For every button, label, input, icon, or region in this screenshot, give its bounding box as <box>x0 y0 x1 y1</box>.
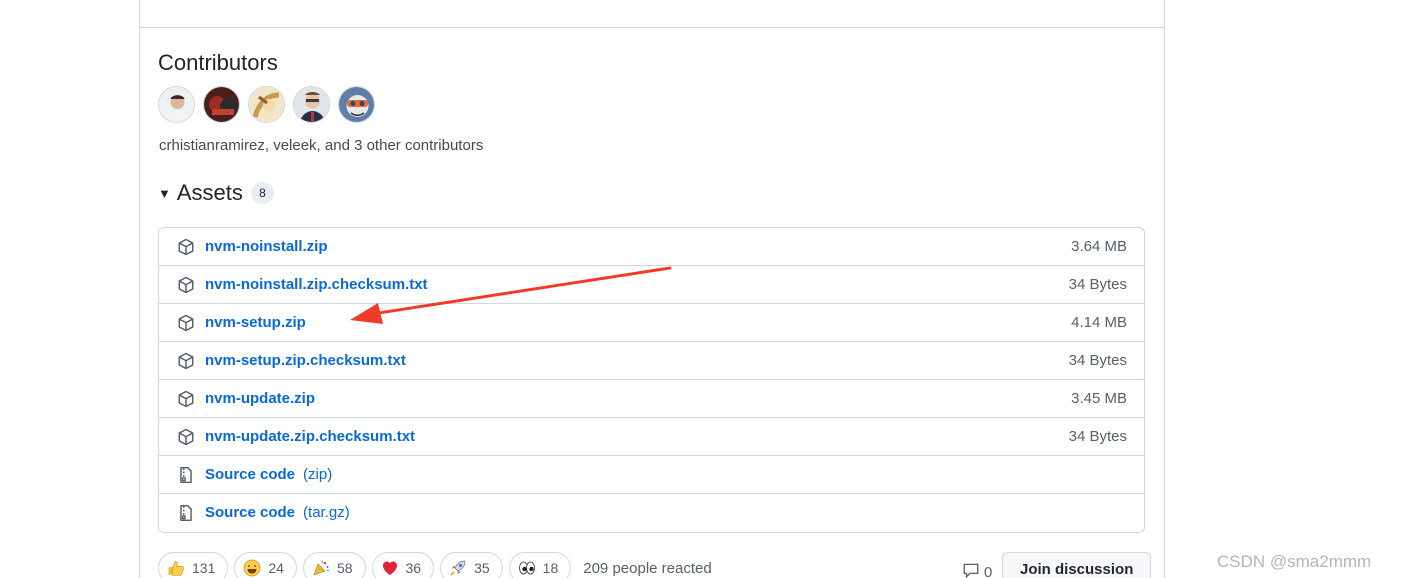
reactions-summary: 209 people reacted <box>583 559 712 577</box>
reaction-count: 18 <box>542 560 559 576</box>
asset-size: 34 Bytes <box>1068 352 1127 369</box>
asset-row: nvm-update.zip.checksum.txt 34 Bytes <box>159 417 1144 455</box>
contributor-avatars <box>158 86 375 123</box>
join-discussion-button[interactable]: Join discussion <box>1002 552 1152 578</box>
contributors-summary: crhistianramirez, veleek, and 3 other co… <box>159 137 484 154</box>
avatar[interactable] <box>293 86 330 123</box>
asset-size: 3.64 MB <box>1071 238 1127 255</box>
asset-row: nvm-setup.zip.checksum.txt 34 Bytes <box>159 341 1144 379</box>
contributors-heading: Contributors <box>158 50 278 75</box>
reaction-hooray[interactable]: 58 <box>302 552 366 578</box>
package-icon <box>177 428 195 446</box>
asset-size: 3.45 MB <box>1071 390 1127 407</box>
party-popper-icon <box>312 559 330 577</box>
comment-count-value: 0 <box>984 563 993 578</box>
package-icon <box>177 314 195 332</box>
file-zip-icon <box>177 466 195 484</box>
asset-format: (zip) <box>303 466 333 483</box>
eyes-icon <box>518 559 536 577</box>
package-icon <box>177 390 195 408</box>
comment-count[interactable]: 0 <box>962 561 992 578</box>
assets-heading: Assets <box>176 180 243 205</box>
avatar[interactable] <box>338 86 375 123</box>
asset-link[interactable]: nvm-update.zip.checksum.txt <box>205 428 415 445</box>
asset-link[interactable]: Source code <box>205 466 295 483</box>
caret-down-icon: ▼ <box>158 185 171 201</box>
release-card: Contributors crhistianramirez, veleek, a… <box>139 0 1165 578</box>
package-icon <box>177 238 195 256</box>
reaction-heart[interactable]: 36 <box>371 552 435 578</box>
reaction-count: 131 <box>192 560 216 576</box>
asset-size: 34 Bytes <box>1068 428 1127 445</box>
asset-row: nvm-setup.zip 4.14 MB <box>159 303 1144 341</box>
comment-icon <box>962 561 980 578</box>
asset-size: 34 Bytes <box>1068 276 1127 293</box>
asset-size: 4.14 MB <box>1071 314 1127 331</box>
reaction-laugh[interactable]: 24 <box>234 552 297 578</box>
avatar[interactable] <box>203 86 240 123</box>
asset-row: Source code (tar.gz) <box>159 493 1144 531</box>
asset-row: nvm-update.zip 3.45 MB <box>159 379 1144 417</box>
reaction-count: 36 <box>405 560 422 576</box>
section-divider <box>140 27 1164 28</box>
avatar[interactable] <box>158 86 195 123</box>
asset-link[interactable]: nvm-update.zip <box>205 390 315 407</box>
reaction-eyes[interactable]: 18 <box>508 552 572 578</box>
rocket-icon <box>449 559 467 577</box>
reaction-count: 24 <box>268 560 284 576</box>
thumbs-up-icon <box>167 559 185 577</box>
file-zip-icon <box>177 504 195 522</box>
asset-link[interactable]: nvm-noinstall.zip.checksum.txt <box>205 276 428 293</box>
watermark: CSDN @sma2mmm <box>1217 552 1372 571</box>
reactions-bar: 131 24 58 36 35 18 209 people reacted <box>158 552 712 578</box>
reaction-rocket[interactable]: 35 <box>440 552 503 578</box>
asset-row: nvm-noinstall.zip 3.64 MB <box>159 228 1144 265</box>
package-icon <box>177 352 195 370</box>
asset-link[interactable]: nvm-setup.zip <box>205 314 306 331</box>
asset-row: Source code (zip) <box>159 455 1144 493</box>
package-icon <box>177 276 195 294</box>
asset-link[interactable]: nvm-noinstall.zip <box>205 238 328 255</box>
assets-toggle[interactable]: ▼ Assets 8 <box>158 180 274 206</box>
avatar[interactable] <box>248 86 285 123</box>
asset-format: (tar.gz) <box>303 504 350 521</box>
asset-link[interactable]: Source code <box>205 504 295 521</box>
asset-row: nvm-noinstall.zip.checksum.txt 34 Bytes <box>159 265 1144 303</box>
assets-count-badge: 8 <box>250 182 274 204</box>
reaction-count: 35 <box>474 560 490 576</box>
heart-icon <box>381 559 399 577</box>
asset-list: nvm-noinstall.zip 3.64 MB nvm-noinstall.… <box>158 227 1145 533</box>
laugh-icon <box>243 559 261 577</box>
asset-link[interactable]: nvm-setup.zip.checksum.txt <box>205 352 406 369</box>
reaction-thumbs-up[interactable]: 131 <box>158 552 229 578</box>
reaction-count: 58 <box>336 560 353 576</box>
